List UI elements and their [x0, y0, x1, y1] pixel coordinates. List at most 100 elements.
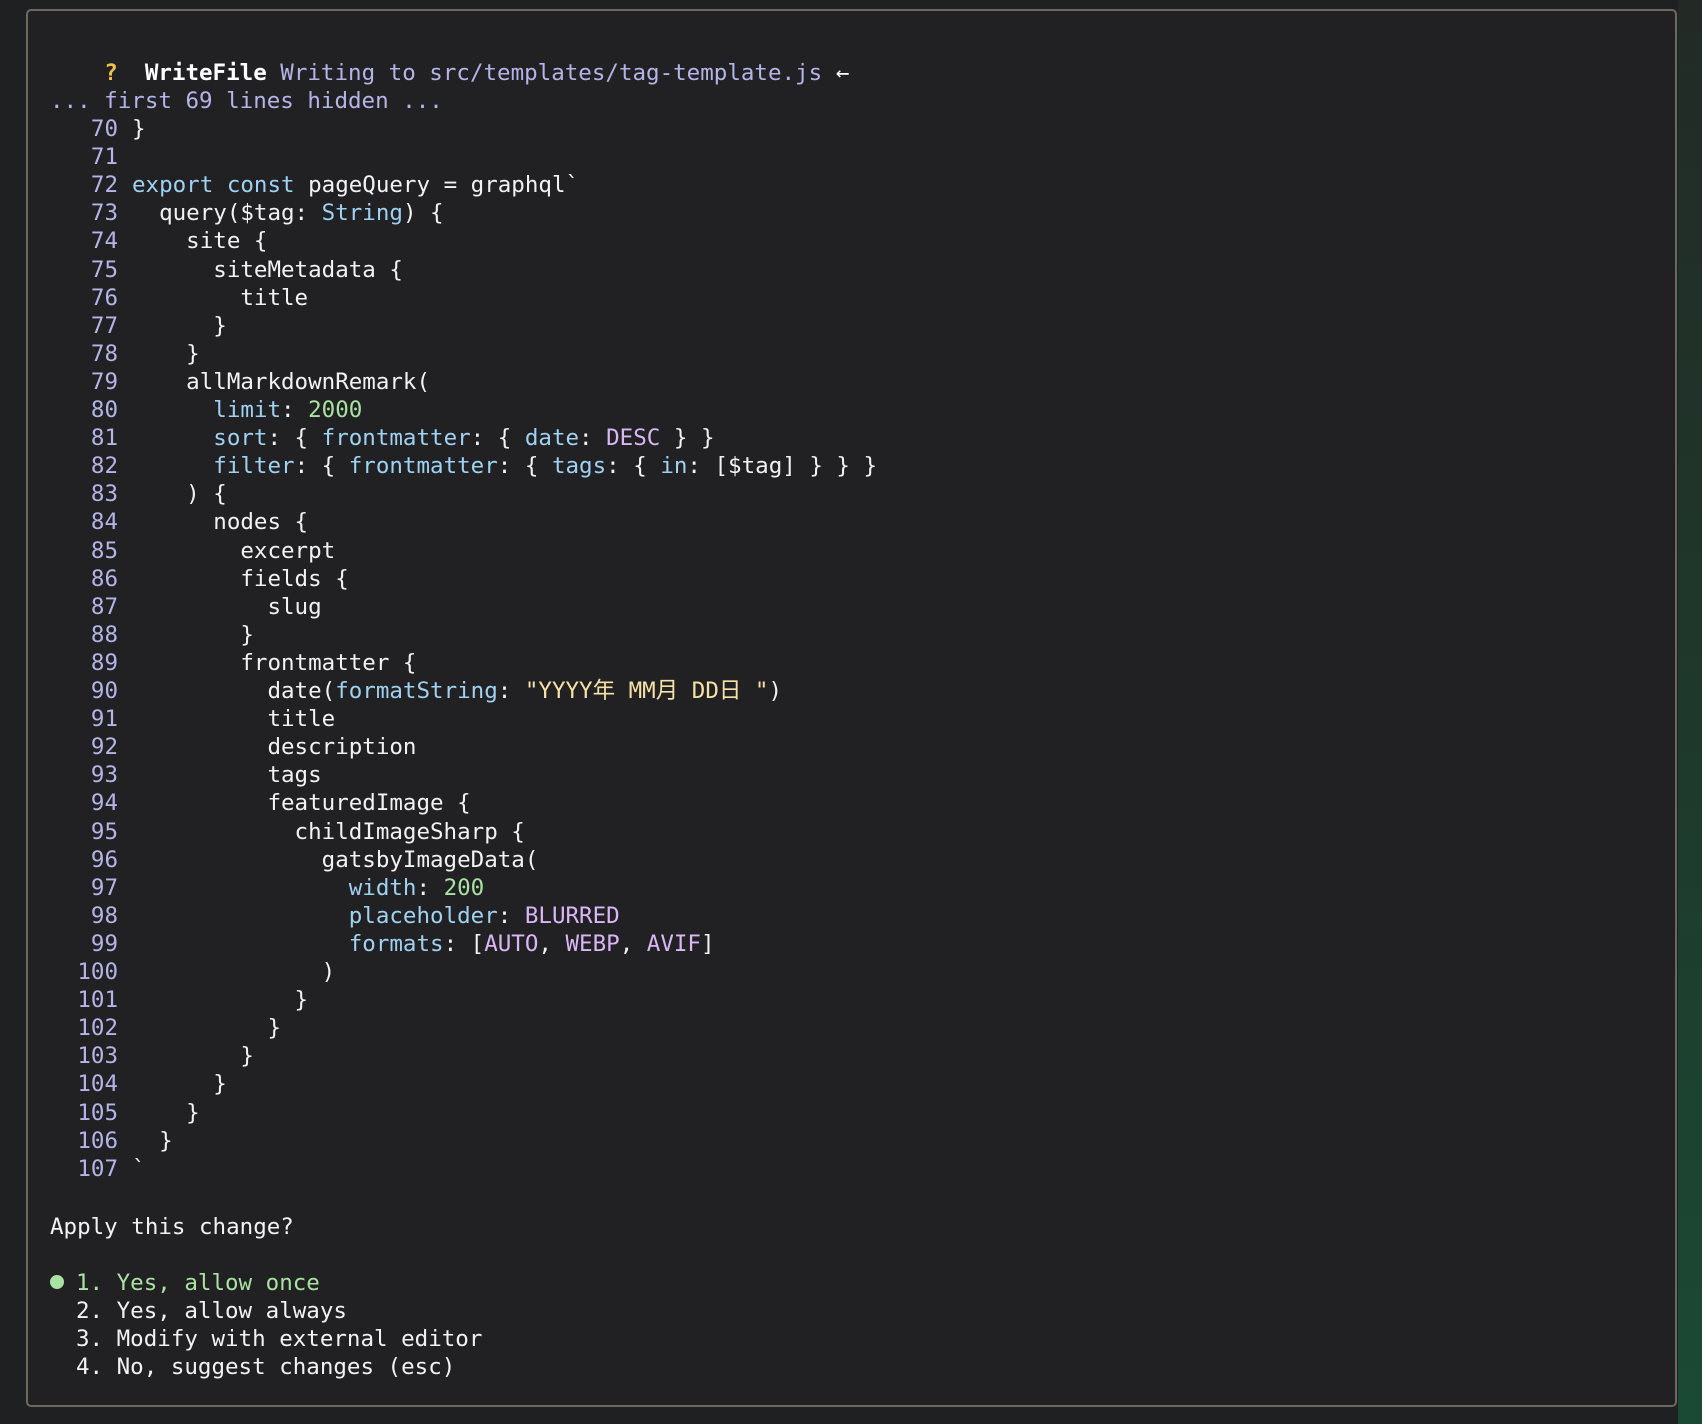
code-line: 80 limit: 2000	[48, 396, 362, 424]
line-number: 101	[77, 987, 118, 1014]
code-token: childImageSharp {	[132, 818, 525, 845]
code-token: featuredImage {	[132, 790, 471, 817]
code-token: pageQuery = graphql`	[308, 172, 580, 199]
code-token: DESC	[606, 425, 661, 452]
code-line: 89 frontmatter {	[48, 649, 417, 677]
code-token: limit	[213, 397, 282, 423]
code-line: 100 )	[48, 958, 335, 986]
code-token: date	[524, 425, 580, 452]
code-line: 103 }	[48, 1042, 254, 1070]
code-token: 200	[443, 874, 485, 901]
code-line: 90 date(formatString: "YYYY年 MM月 DD日 ")	[48, 677, 782, 705]
code-line: 88 }	[48, 621, 254, 649]
code-line: 76 title	[48, 284, 308, 312]
code-token: tags	[551, 453, 607, 480]
option-1[interactable]: 1. Yes, allow once	[50, 1269, 320, 1297]
code-line: 81 sort: { frontmatter: { date: DESC } }	[48, 424, 715, 452]
code-token: : {	[470, 425, 525, 452]
code-token: site {	[132, 228, 268, 255]
line-number: 87	[90, 593, 118, 620]
code-token: }	[132, 1015, 282, 1042]
line-number: 86	[90, 565, 118, 592]
code-token: : {	[497, 453, 552, 480]
line-number: 75	[90, 256, 118, 283]
code-token: 2000	[308, 397, 363, 423]
code-token: width	[348, 874, 417, 901]
code-token: ) {	[402, 200, 444, 227]
line-number: 89	[90, 649, 118, 676]
code-token: tags	[132, 762, 322, 789]
code-token: nodes {	[132, 509, 309, 536]
line-number: 91	[90, 706, 118, 733]
line-number: 90	[90, 678, 118, 704]
code-token: gatsbyImageData(	[132, 846, 539, 873]
line-number: 97	[90, 874, 118, 901]
code-line: 91 title	[48, 705, 335, 733]
code-token: } }	[660, 425, 715, 452]
line-number: 71	[90, 144, 118, 171]
code-token: ,	[538, 930, 566, 957]
code-token: }	[132, 312, 227, 339]
option-3[interactable]: 3. Modify with external editor	[50, 1325, 482, 1353]
option-2[interactable]: 2. Yes, allow always	[50, 1297, 347, 1325]
code-token: :	[497, 678, 525, 704]
code-line: 93 tags	[48, 761, 322, 789]
line-number: 104	[77, 1071, 118, 1098]
apply-change-prompt: Apply this change?	[50, 1214, 294, 1240]
code-token: }	[132, 116, 146, 142]
tool-header: ? WriteFile Writing to src/templates/tag…	[50, 31, 849, 86]
code-token: }	[132, 340, 200, 367]
line-number: 96	[90, 846, 118, 873]
code-token: }	[132, 987, 309, 1014]
code-token: ) {	[132, 481, 227, 508]
code-token: }	[132, 1099, 200, 1126]
code-line: 92 description	[48, 733, 417, 761]
code-token: query($tag:	[132, 200, 322, 227]
line-number: 95	[90, 818, 118, 845]
code-token: description	[132, 734, 417, 761]
line-number: 85	[90, 537, 118, 564]
code-token: export const	[132, 172, 309, 199]
line-number: 74	[90, 228, 118, 255]
code-token: `	[132, 1155, 146, 1182]
code-line: 73 query($tag: String) {	[48, 199, 444, 227]
code-token: ,	[619, 930, 647, 957]
code-line: 104 }	[48, 1070, 226, 1098]
line-number: 94	[90, 790, 118, 817]
code-line: 98 placeholder: BLURRED	[48, 902, 620, 930]
code-token: in	[660, 453, 688, 480]
code-token: filter	[213, 453, 295, 480]
code-token: ]	[700, 930, 715, 957]
code-line: 107 `	[48, 1155, 146, 1183]
code-line: 87 slug	[48, 593, 322, 621]
code-token: : {	[267, 425, 322, 452]
line-number: 107	[77, 1155, 118, 1182]
code-token: allMarkdownRemark(	[132, 368, 431, 395]
code-token: frontmatter	[348, 453, 498, 480]
code-line: 105 }	[48, 1099, 200, 1127]
code-token: : [$tag] } } }	[687, 453, 878, 480]
code-token: String	[321, 200, 403, 227]
option-4[interactable]: 4. No, suggest changes (esc)	[50, 1353, 455, 1381]
line-number: 100	[77, 959, 118, 985]
code-line: 72 export const pageQuery = graphql`	[48, 171, 579, 199]
code-token: AUTO	[484, 930, 539, 957]
line-number: 102	[77, 1015, 118, 1042]
code-line: 83 ) {	[48, 480, 227, 508]
selected-bullet-icon	[50, 1275, 64, 1289]
code-token: }	[132, 621, 254, 648]
code-token: )	[768, 678, 783, 704]
code-line: 79 allMarkdownRemark(	[48, 368, 430, 396]
line-number: 99	[90, 930, 118, 957]
line-number: 72	[90, 172, 118, 199]
code-token: sort	[213, 425, 268, 452]
code-line: 106 }	[48, 1127, 172, 1155]
code-line: 86 fields {	[48, 565, 349, 593]
line-number: 80	[90, 397, 118, 423]
code-token: placeholder	[348, 902, 498, 929]
code-line: 74 site {	[48, 227, 268, 255]
